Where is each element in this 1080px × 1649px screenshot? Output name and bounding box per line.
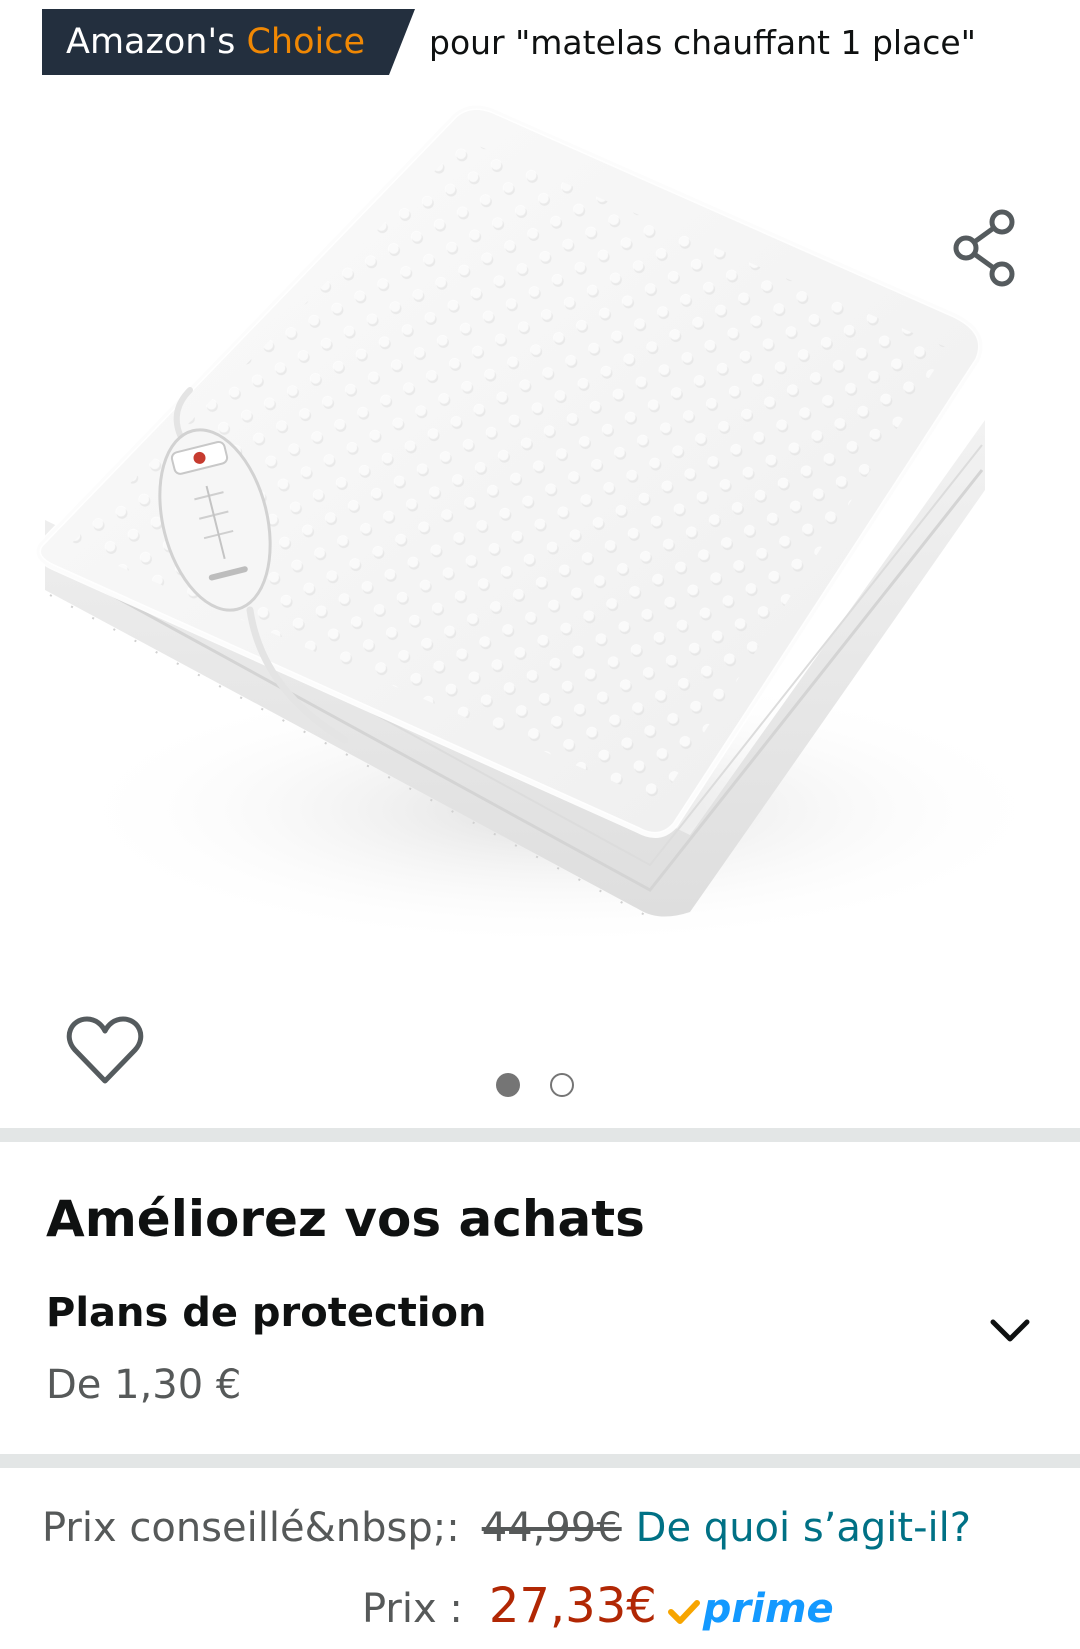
price-row: Prix : 27,33€ prime xyxy=(362,1578,834,1634)
section-divider xyxy=(0,1454,1080,1468)
image-carousel-indicator xyxy=(496,1073,574,1097)
prime-label: prime xyxy=(702,1586,834,1632)
list-price-label: Prix conseillé&nbsp;: xyxy=(42,1505,460,1551)
section-divider xyxy=(0,1128,1080,1142)
badge-choice-label: Choice xyxy=(246,22,365,62)
protection-plans-price: De 1,30 € xyxy=(46,1362,242,1408)
amazons-choice-badge[interactable]: Amazon's Choice xyxy=(42,9,415,75)
list-price-row: Prix conseillé&nbsp;: 44,99€ De quoi s’a… xyxy=(42,1505,971,1551)
product-image-gallery[interactable] xyxy=(0,90,1080,1084)
chevron-down-icon[interactable] xyxy=(988,1316,1032,1346)
improve-purchases-heading: Améliorez vos achats xyxy=(46,1190,645,1248)
carousel-dot-2[interactable] xyxy=(550,1073,574,1097)
protection-plans-title: Plans de protection xyxy=(46,1290,487,1336)
price-label: Prix : xyxy=(362,1586,463,1632)
prime-check-icon xyxy=(667,1600,700,1624)
protection-plans-row[interactable]: Plans de protection De 1,30 € xyxy=(0,1280,1080,1420)
list-price-value: 44,99€ xyxy=(481,1505,622,1551)
carousel-dot-1[interactable] xyxy=(496,1073,520,1097)
badge-brand-label: Amazon's xyxy=(66,22,236,62)
prime-badge: prime xyxy=(667,1586,834,1632)
whats-this-link[interactable]: De quoi s’agit-il? xyxy=(636,1505,971,1551)
share-icon[interactable] xyxy=(950,208,1020,288)
product-image-heated-mattress-pad[interactable] xyxy=(0,90,1080,1010)
choice-context-text: pour "matelas chauffant 1 place" xyxy=(429,22,976,62)
heart-icon[interactable] xyxy=(66,1015,144,1087)
amazons-choice-row: Amazon's Choice pour "matelas chauffant … xyxy=(42,9,976,75)
price-value: 27,33€ xyxy=(488,1578,657,1634)
